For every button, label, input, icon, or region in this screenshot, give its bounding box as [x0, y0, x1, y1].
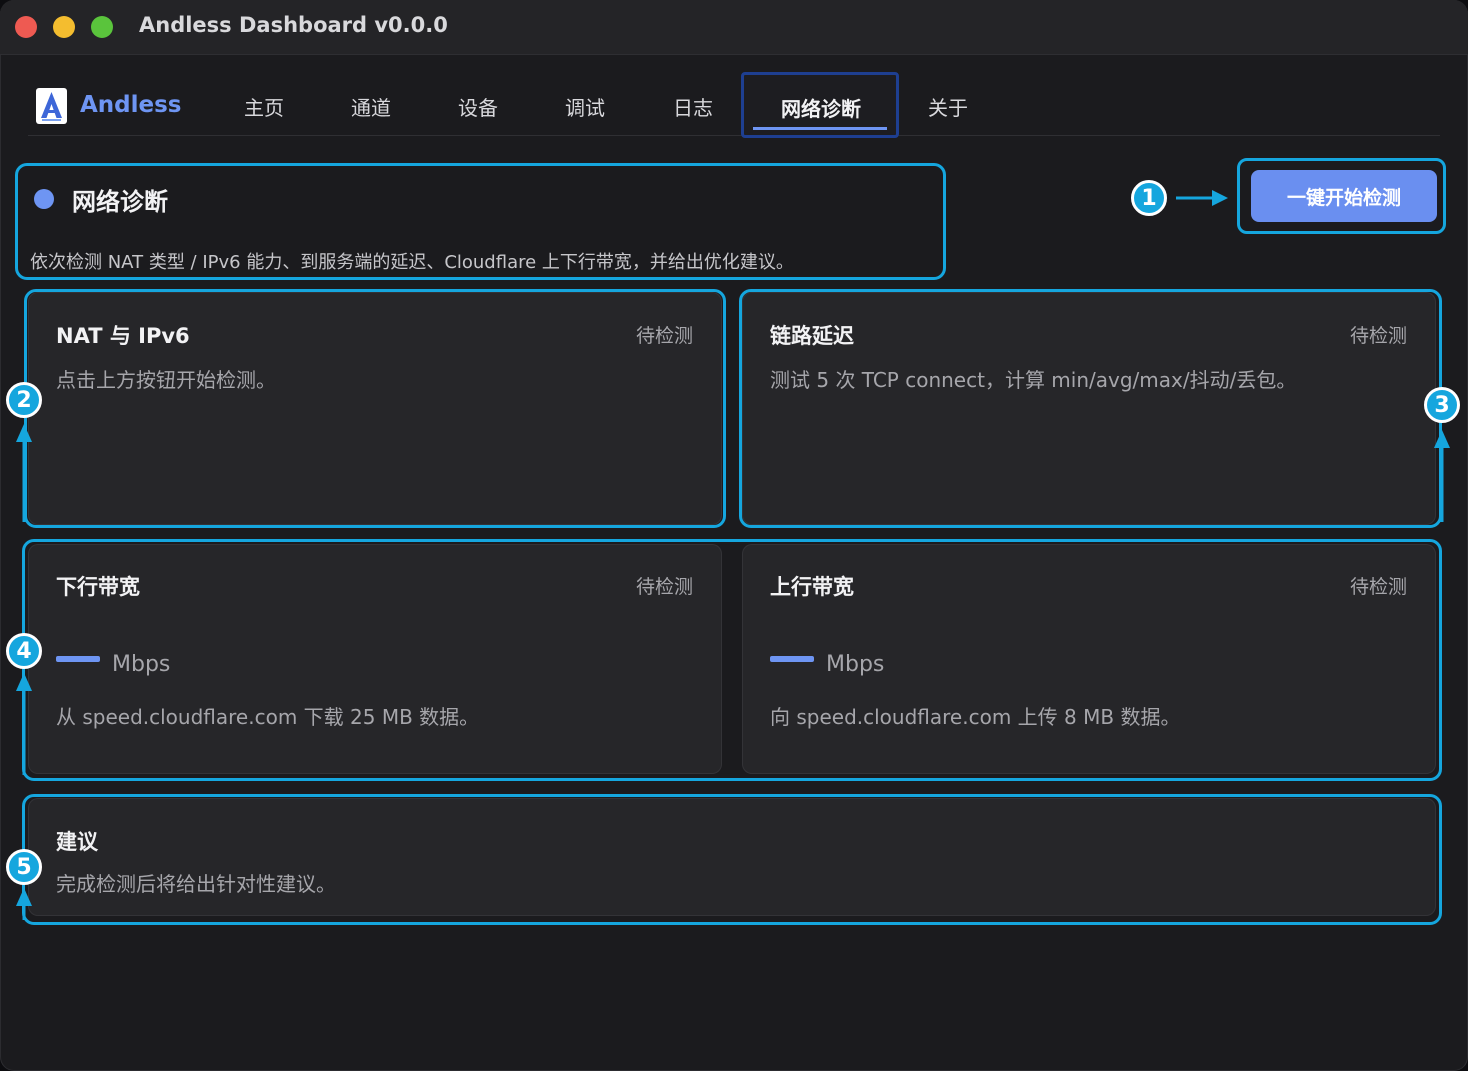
annotation-arrows [16, 190, 1450, 920]
app-window: Andless Dashboard v0.0.0 Andless 主页 通道 设… [0, 0, 1468, 1071]
annotation-badge-3: 3 [1424, 387, 1460, 423]
annotation-badge-2: 2 [6, 382, 42, 418]
annotation-badge-1: 1 [1131, 180, 1167, 216]
annotation-badge-5: 5 [6, 849, 42, 885]
annotation-badge-4: 4 [6, 633, 42, 669]
